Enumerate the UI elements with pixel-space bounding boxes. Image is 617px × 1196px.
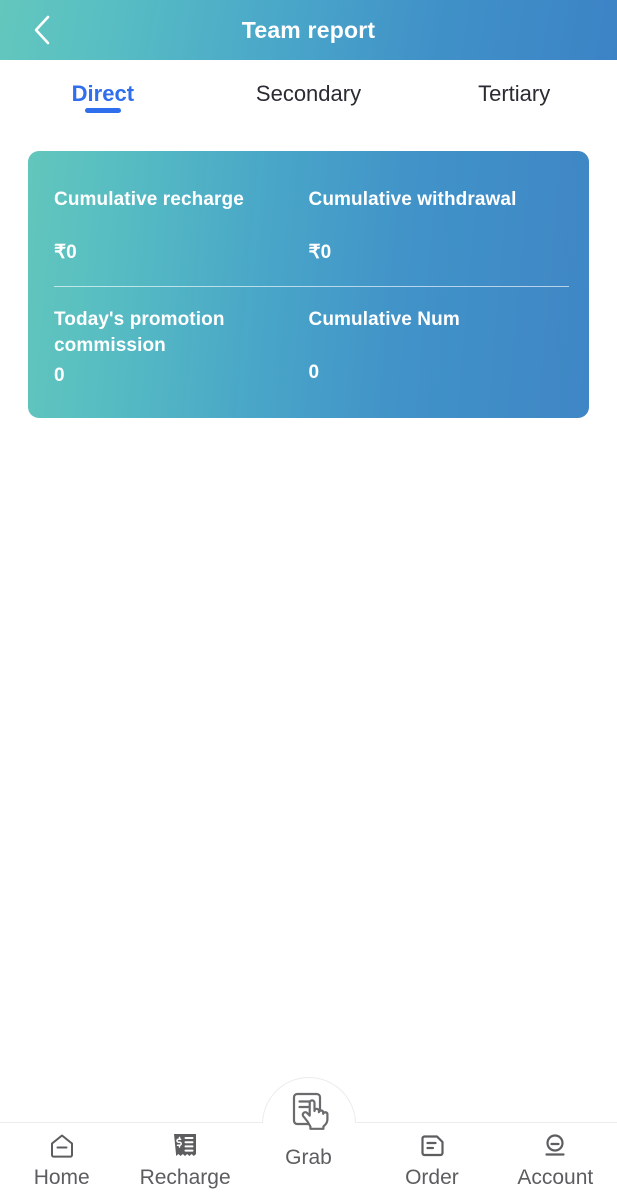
page-title: Team report bbox=[241, 17, 376, 43]
nav-item-order[interactable]: Order bbox=[370, 1123, 493, 1191]
document-lines-icon bbox=[416, 1129, 448, 1163]
tab-bar: Direct Secondary Tertiary bbox=[0, 60, 617, 131]
nav-item-grab[interactable]: Grab bbox=[247, 1083, 370, 1171]
bottom-navigation-bar: Home Recharge Grab Order Account bbox=[0, 1077, 617, 1196]
summary-row-1: Cumulative recharge ₹0 Cumulative withdr… bbox=[54, 187, 563, 264]
home-icon bbox=[46, 1129, 78, 1163]
stat-label: Cumulative Num bbox=[308, 309, 460, 330]
nav-label: Account bbox=[517, 1166, 594, 1189]
summary-card: Cumulative recharge ₹0 Cumulative withdr… bbox=[28, 151, 589, 418]
tab-direct-label: Direct bbox=[71, 81, 135, 106]
nav-label: Home bbox=[33, 1166, 90, 1189]
stat-cumulative-num: Cumulative Num 0 bbox=[309, 307, 564, 387]
stat-cumulative-withdrawal: Cumulative withdrawal ₹0 bbox=[309, 187, 564, 264]
stat-todays-promotion-commission: Today's promotion commission 0 bbox=[54, 307, 309, 387]
tab-secondary-label: Secondary bbox=[255, 81, 362, 106]
tab-secondary[interactable]: Secondary bbox=[206, 60, 412, 131]
tab-active-indicator bbox=[84, 108, 121, 113]
document-hand-tap-icon bbox=[283, 1083, 335, 1139]
tab-tertiary[interactable]: Tertiary bbox=[411, 60, 617, 131]
stat-label: Today's promotion commission bbox=[54, 309, 225, 356]
tab-direct[interactable]: Direct bbox=[0, 60, 206, 131]
tab-tertiary-label: Tertiary bbox=[478, 81, 551, 106]
stat-cumulative-recharge: Cumulative recharge ₹0 bbox=[54, 187, 309, 264]
receipt-dollar-icon bbox=[169, 1129, 201, 1163]
stat-value: 0 bbox=[54, 365, 65, 386]
summary-row-2: Today's promotion commission 0 Cumulativ… bbox=[54, 307, 563, 387]
nav-item-home[interactable]: Home bbox=[0, 1123, 123, 1191]
nav-item-recharge[interactable]: Recharge bbox=[123, 1123, 246, 1191]
back-button[interactable] bbox=[18, 0, 66, 60]
app-screen: Team report Direct Secondary Tertiary Cu… bbox=[0, 0, 617, 1196]
stat-value: 0 bbox=[308, 362, 320, 383]
nav-label: Recharge bbox=[139, 1166, 231, 1189]
nav-label: Order bbox=[405, 1166, 459, 1189]
stat-value: ₹0 bbox=[54, 242, 77, 263]
stat-label: Cumulative withdrawal bbox=[308, 189, 517, 210]
stat-value: ₹0 bbox=[308, 242, 332, 263]
card-divider bbox=[54, 286, 569, 287]
stat-label: Cumulative recharge bbox=[54, 189, 244, 210]
chevron-left-icon bbox=[29, 13, 55, 47]
app-header: Team report bbox=[0, 0, 617, 60]
nav-item-account[interactable]: Account bbox=[494, 1123, 617, 1191]
nav-label: Grab bbox=[285, 1146, 332, 1169]
user-person-icon bbox=[539, 1129, 571, 1163]
